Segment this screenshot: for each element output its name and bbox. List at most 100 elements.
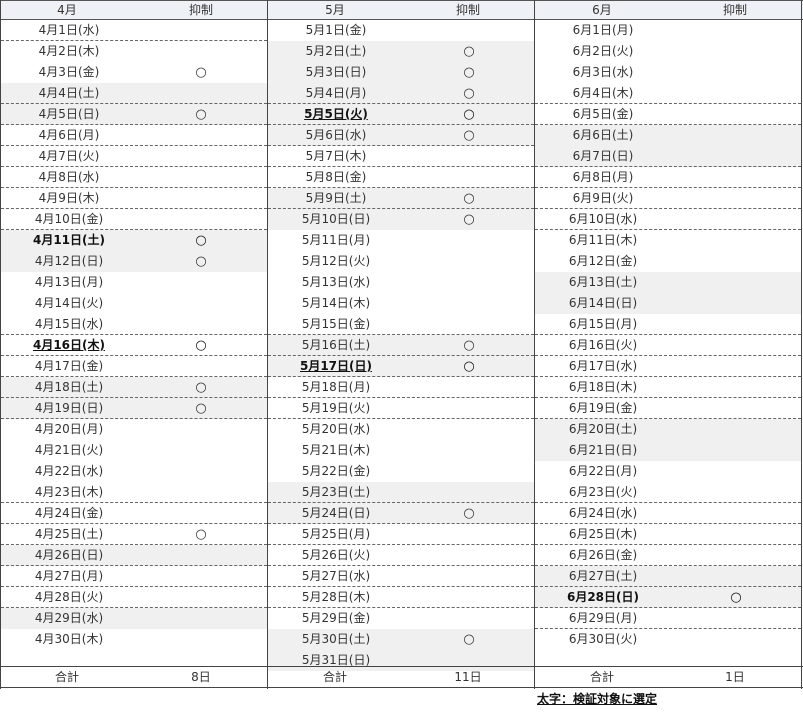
mark-cell	[186, 188, 216, 209]
date-row: 6月20日(土)	[535, 419, 801, 440]
date-cell: 6月25日(木)	[568, 527, 638, 541]
date-cell: 6月28日(日)	[566, 590, 640, 604]
date-row: 5月14日(木)	[268, 293, 534, 314]
date-cell: 6月6日(土)	[572, 128, 634, 142]
mark-cell	[454, 251, 484, 272]
mark-cell: ○	[195, 233, 207, 248]
date-row: 6月30日(火)	[535, 629, 801, 650]
date-row: 5月30日(土) ○	[268, 629, 534, 650]
total-row: 合計 8日 合計 11日 合計 1日	[0, 666, 803, 688]
mark-cell	[186, 41, 216, 62]
date-row: 6月19日(金)	[535, 398, 801, 419]
header-mark-jun: 抑制	[722, 3, 747, 17]
mark-cell: ○	[463, 128, 475, 143]
mark-cell	[186, 566, 216, 587]
date-row: 4月10日(金)	[1, 209, 267, 230]
date-cell: 5月22日(金)	[301, 464, 371, 478]
date-row: 5月16日(土) ○	[268, 335, 534, 356]
mark-cell	[186, 356, 216, 377]
date-row: 6月24日(水)	[535, 503, 801, 524]
date-cell: 5月14日(木)	[301, 296, 371, 310]
date-row: 6月8日(月)	[535, 167, 801, 188]
mark-cell	[186, 209, 216, 230]
date-cell: 5月16日(土)	[301, 338, 371, 352]
date-cell: 4月7日(火)	[38, 149, 100, 163]
date-row: 4月2日(木)	[1, 41, 267, 62]
date-cell: 5月20日(水)	[301, 422, 371, 436]
date-cell: 5月26日(火)	[301, 548, 371, 562]
date-row: 5月11日(月)	[268, 230, 534, 251]
date-cell: 5月23日(土)	[301, 485, 371, 499]
date-row: 4月30日(木)	[1, 629, 267, 650]
border-right	[801, 0, 802, 689]
date-row: 6月15日(月)	[535, 314, 801, 335]
mark-cell	[721, 125, 751, 146]
date-row: 6月2日(火)	[535, 41, 801, 62]
header-month-jun: 6月	[592, 3, 612, 17]
mark-cell	[454, 20, 484, 41]
date-cell: 6月24日(水)	[568, 506, 638, 520]
mark-cell	[721, 566, 751, 587]
date-cell: 6月19日(金)	[568, 401, 638, 415]
mark-cell: ○	[463, 212, 475, 227]
divider-may-jun	[534, 0, 535, 689]
date-cell: 4月5日(日)	[38, 107, 100, 121]
date-cell: 6月30日(火)	[568, 632, 638, 646]
date-row: 4月16日(木) ○	[1, 335, 267, 356]
date-cell: 6月26日(金)	[568, 548, 638, 562]
mark-cell	[186, 545, 216, 566]
date-row: 6月25日(木)	[535, 524, 801, 545]
header-month-may: 5月	[325, 3, 345, 17]
date-row: 4月20日(月)	[1, 419, 267, 440]
date-cell: 5月11日(月)	[301, 233, 371, 247]
date-cell: 6月4日(木)	[572, 86, 634, 100]
date-row: 5月4日(月) ○	[268, 83, 534, 104]
total-value-jun: 1日	[725, 670, 745, 684]
date-cell: 4月24日(金)	[34, 506, 104, 520]
date-cell: 4月20日(月)	[34, 422, 104, 436]
date-row: 4月27日(月)	[1, 566, 267, 587]
date-cell: 6月29日(月)	[568, 611, 638, 625]
date-cell: 5月10日(日)	[301, 212, 371, 226]
mark-cell	[186, 293, 216, 314]
date-row: 6月9日(火)	[535, 188, 801, 209]
mark-cell: ○	[463, 86, 475, 101]
mark-cell: ○	[195, 401, 207, 416]
date-cell: 5月27日(水)	[301, 569, 371, 583]
mark-cell	[721, 440, 751, 461]
mark-cell	[721, 209, 751, 230]
total-value-may: 11日	[454, 670, 482, 684]
date-row: 6月29日(月)	[535, 608, 801, 629]
total-label-may: 合計	[322, 670, 347, 684]
mark-cell	[454, 566, 484, 587]
date-cell: 4月15日(水)	[34, 317, 104, 331]
mark-cell	[721, 41, 751, 62]
date-row: 5月12日(火)	[268, 251, 534, 272]
date-cell: 6月1日(月)	[572, 23, 634, 37]
date-cell: 6月21日(日)	[568, 443, 638, 457]
date-cell: 4月6日(月)	[38, 128, 100, 142]
mark-cell	[721, 629, 751, 650]
date-cell: 5月5日(火)	[304, 107, 368, 121]
date-row: 4月18日(土) ○	[1, 377, 267, 398]
date-row: 4月29日(水)	[1, 608, 267, 629]
mark-cell	[454, 608, 484, 629]
mark-cell	[186, 503, 216, 524]
date-row: 5月21日(木)	[268, 440, 534, 461]
mark-cell	[186, 125, 216, 146]
mark-cell	[721, 272, 751, 293]
mark-cell	[454, 314, 484, 335]
date-cell: 6月16日(火)	[568, 338, 638, 352]
date-row: 5月10日(日) ○	[268, 209, 534, 230]
date-row: 4月23日(木)	[1, 482, 267, 503]
mark-cell: ○	[195, 527, 207, 542]
date-cell: 5月12日(火)	[301, 254, 371, 268]
date-row: 4月8日(水)	[1, 167, 267, 188]
mark-cell	[721, 62, 751, 83]
date-cell: 4月4日(土)	[38, 86, 100, 100]
date-row: 5月27日(水)	[268, 566, 534, 587]
mark-cell	[721, 482, 751, 503]
header-mark-may: 抑制	[455, 3, 480, 17]
date-row: 6月18日(木)	[535, 377, 801, 398]
border-left	[0, 0, 1, 689]
